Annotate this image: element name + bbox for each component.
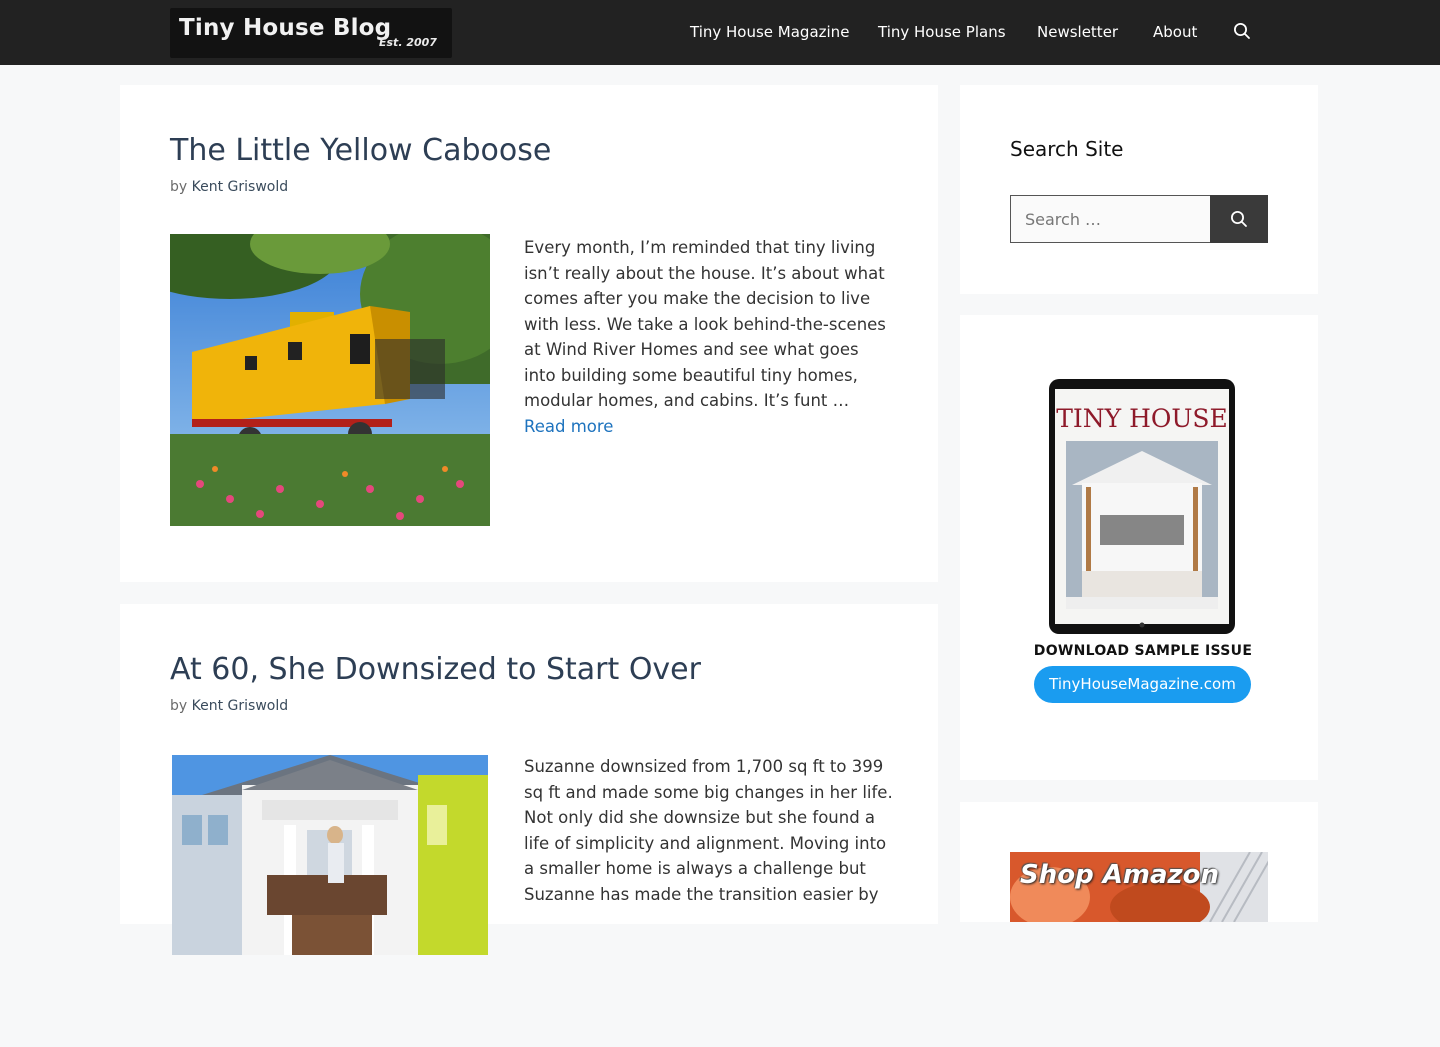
post-thumbnail-tiny-home[interactable] [172, 755, 488, 1047]
byline-prefix: by [170, 179, 188, 195]
author-link[interactable]: Kent Griswold [192, 179, 289, 195]
magazine-ad-widget: TINY HOUSE DOWNLOAD SAMPLE ISSUE TinyHou… [960, 315, 1318, 780]
magazine-cover-title: TINY HOUSE [1056, 404, 1228, 433]
post-excerpt: Every month, I’m reminded that tiny livi… [524, 235, 894, 439]
excerpt-text: Every month, I’m reminded that tiny livi… [524, 238, 886, 410]
nav-tiny-house-plans[interactable]: Tiny House Plans [878, 0, 1006, 65]
author-link[interactable]: Kent Griswold [192, 698, 289, 714]
amazon-widget: Shop Amazon [960, 802, 1318, 922]
post-byline: by Kent Griswold [170, 179, 288, 195]
post-title[interactable]: At 60, She Downsized to Start Over [170, 652, 701, 687]
magazine-ad[interactable]: TINY HOUSE DOWNLOAD SAMPLE ISSUE TinyHou… [1030, 375, 1256, 710]
excerpt-text: Suzanne downsized from 1,700 sq ft to 39… [524, 757, 893, 904]
search-input[interactable] [1010, 195, 1211, 243]
site-header: Tiny House Blog Est. 2007 Tiny House Mag… [0, 0, 1440, 65]
search-icon [1231, 211, 1247, 227]
post-card: At 60, She Downsized to Start Over by Ke… [120, 604, 938, 955]
site-logo[interactable]: Tiny House Blog Est. 2007 [170, 8, 452, 58]
search-icon[interactable] [1233, 22, 1251, 40]
read-more-link[interactable]: Read more [524, 417, 613, 436]
byline-prefix: by [170, 698, 188, 714]
search-button[interactable] [1210, 195, 1268, 243]
post-title[interactable]: The Little Yellow Caboose [170, 133, 551, 168]
nav-tiny-house-magazine[interactable]: Tiny House Magazine [690, 0, 849, 65]
logo-established: Est. 2007 [379, 36, 437, 49]
download-sample-text: DOWNLOAD SAMPLE ISSUE [1033, 643, 1253, 659]
post-thumbnail-caboose[interactable] [170, 234, 490, 526]
post-card: The Little Yellow Caboose by Kent Griswo… [120, 85, 938, 582]
widget-title: Search Site [1010, 137, 1124, 161]
nav-newsletter[interactable]: Newsletter [1037, 0, 1118, 65]
post-byline: by Kent Griswold [170, 698, 288, 714]
magazine-url-button[interactable]: TinyHouseMagazine.com [1034, 666, 1251, 703]
search-widget: Search Site [960, 85, 1318, 294]
nav-about[interactable]: About [1153, 0, 1197, 65]
logo-title: Tiny House Blog [179, 15, 392, 41]
amazon-banner[interactable]: Shop Amazon [1010, 852, 1268, 922]
post-excerpt: Suzanne downsized from 1,700 sq ft to 39… [524, 754, 894, 907]
amazon-banner-text: Shop Amazon [1020, 860, 1220, 890]
